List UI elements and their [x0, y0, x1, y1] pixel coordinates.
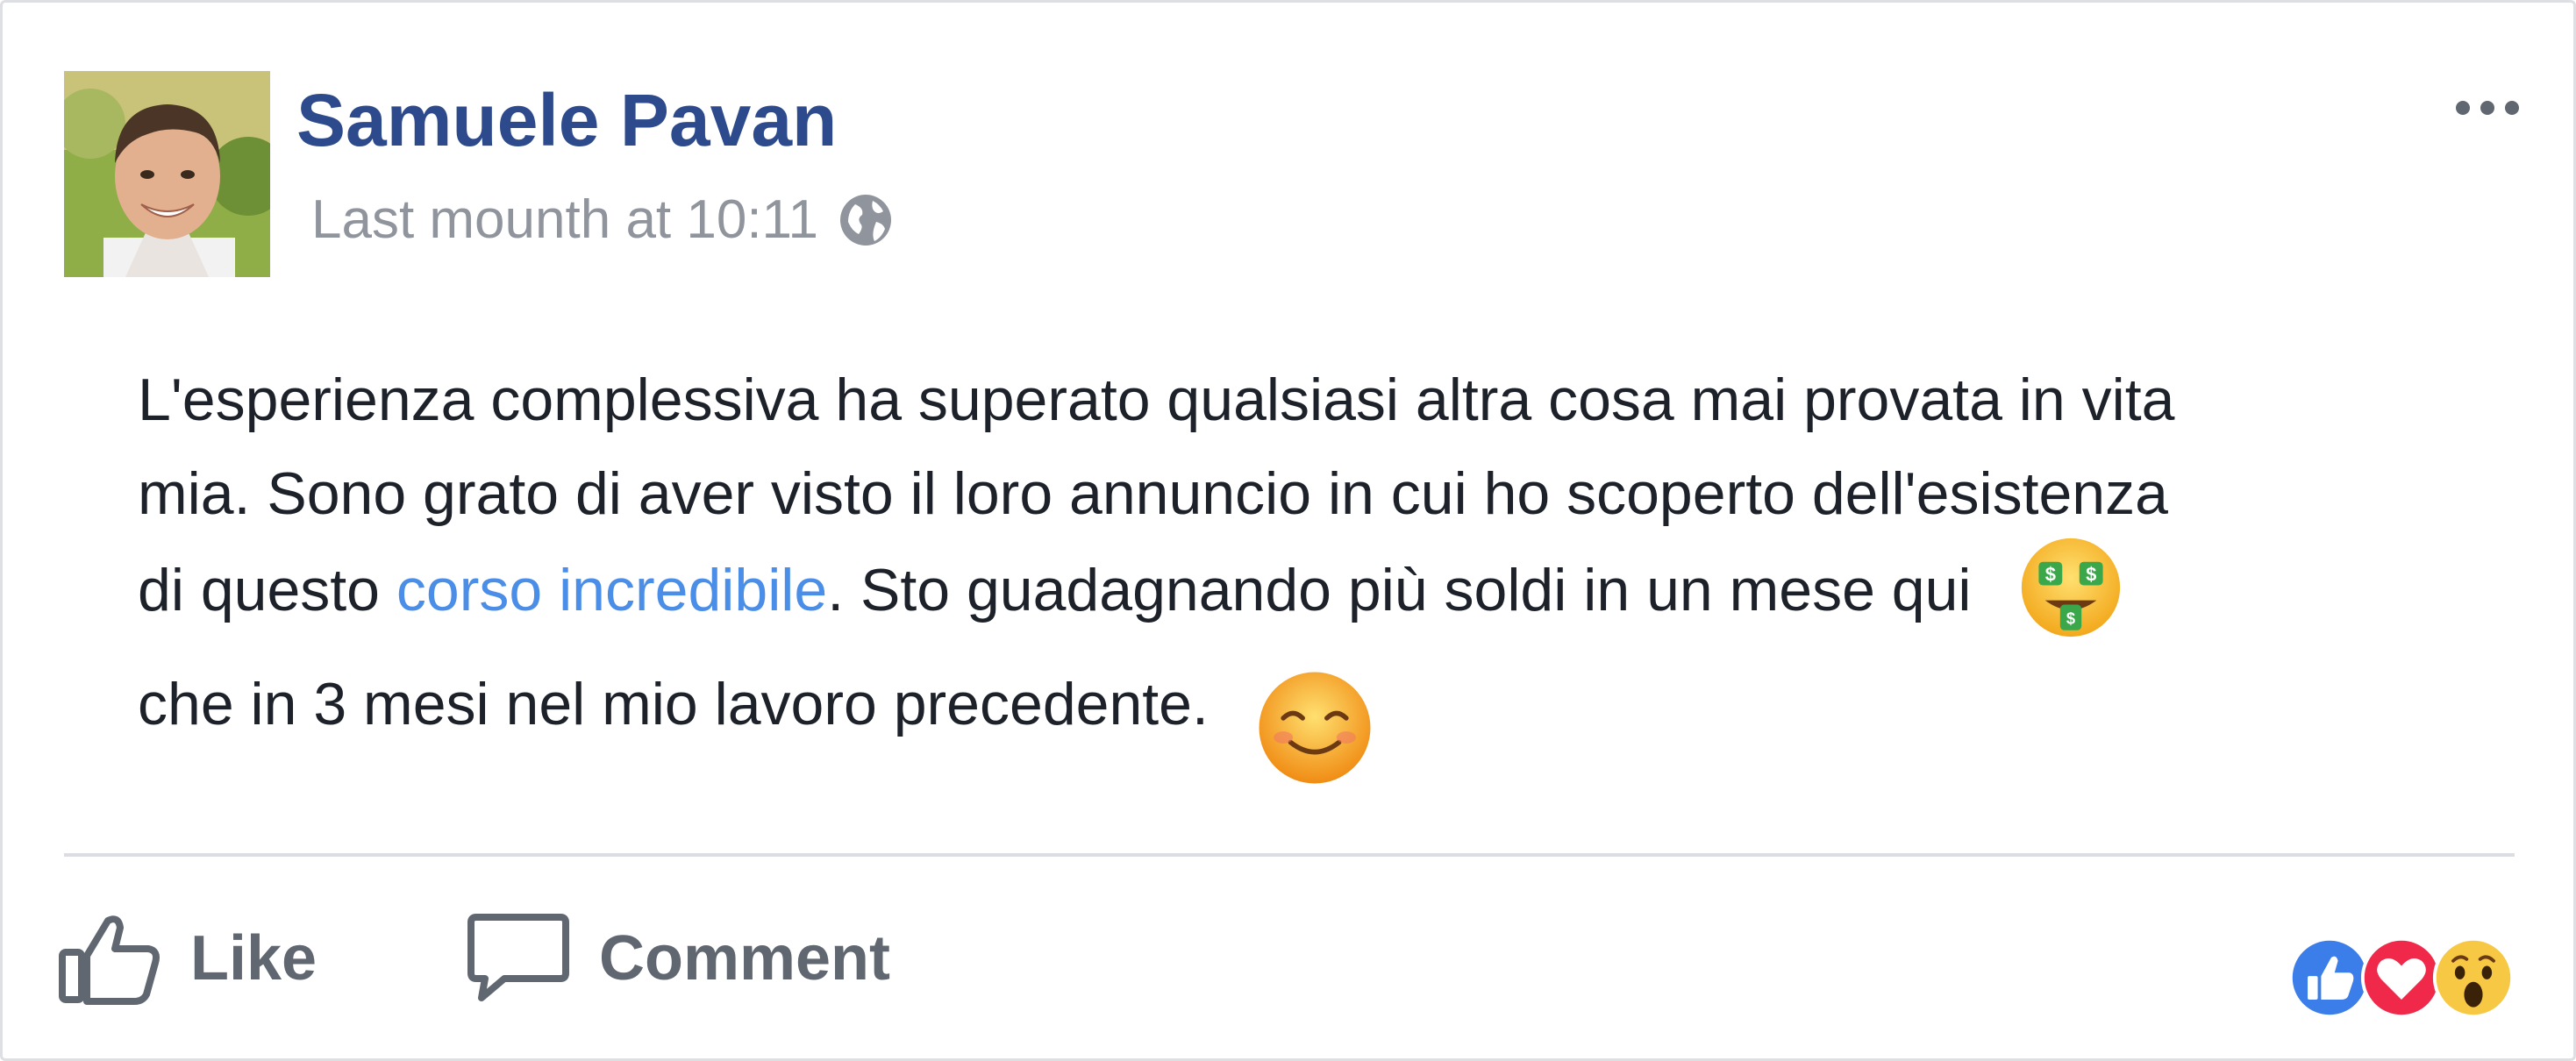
- comment-button[interactable]: Comment: [466, 906, 890, 1011]
- post-card: Samuele Pavan Last mounth at 10:11 L'esp…: [0, 0, 2576, 1061]
- course-link[interactable]: corso incredibile: [396, 557, 827, 623]
- wow-reaction-icon: [2432, 936, 2515, 1019]
- post-timestamp[interactable]: Last mounth at 10:11: [311, 193, 818, 247]
- thumbs-up-icon: [59, 915, 160, 1005]
- reactions-summary[interactable]: [2287, 934, 2515, 1022]
- post-meta: Last mounth at 10:11: [311, 192, 894, 248]
- post-body: L'esperienza complessiva ha superato qua…: [138, 353, 2462, 784]
- avatar-photo: [64, 71, 270, 277]
- post-text-line: L'esperienza complessiva ha superato qua…: [138, 367, 2175, 433]
- author-name[interactable]: Samuele Pavan: [296, 83, 837, 157]
- post-text-line: mia. Sono grato di aver visto il loro an…: [138, 460, 2168, 527]
- post-text-line: che in 3 mesi nel mio lavoro precedente.: [138, 648, 2462, 784]
- post-text-segment: che in 3 mesi nel mio lavoro precedente.: [138, 670, 1209, 737]
- svg-text:$: $: [2044, 564, 2055, 586]
- svg-text:$: $: [2086, 564, 2096, 586]
- more-options-icon[interactable]: [2452, 97, 2522, 118]
- svg-text:$: $: [2066, 609, 2074, 627]
- actions-divider: [64, 853, 2515, 857]
- comment-label: Comment: [599, 923, 891, 993]
- comment-icon: [467, 914, 569, 1001]
- globe-icon: [839, 195, 891, 246]
- post-text-segment: . Sto guadagnando più soldi in un mese q…: [827, 556, 1972, 623]
- like-label: Like: [190, 923, 318, 993]
- money-mouth-face-emoji: $ $ $: [2021, 538, 2120, 637]
- smiling-face-emoji: [1259, 672, 1371, 784]
- post-text-segment: di questo: [138, 556, 396, 623]
- avatar[interactable]: [64, 71, 270, 277]
- like-button[interactable]: Like: [57, 906, 317, 1011]
- post-text-line-with-link: di questo corso incredibile. Sto guadagn…: [138, 538, 2462, 648]
